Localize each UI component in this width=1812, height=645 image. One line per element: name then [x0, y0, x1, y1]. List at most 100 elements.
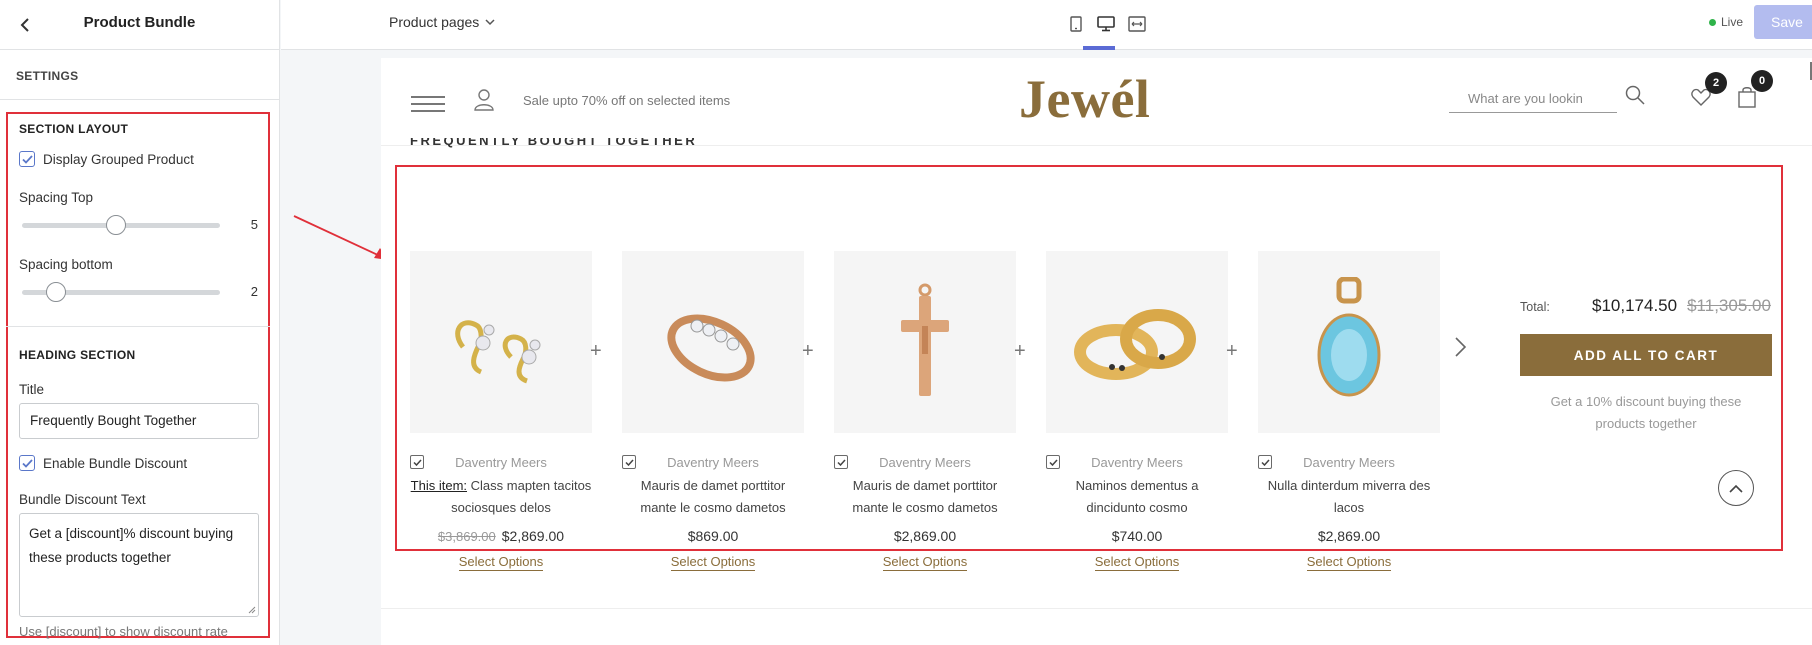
page-selector-label: Product pages	[389, 14, 480, 30]
product-meta: Daventry Meers	[622, 433, 804, 470]
select-options-link[interactable]: Select Options	[882, 554, 968, 571]
live-dot	[1709, 18, 1716, 26]
cross-pendant-image-icon	[901, 283, 949, 396]
store-header: Sale upto 70% off on selected items Jewé…	[381, 58, 1812, 146]
total-price: $10,174.50	[1592, 296, 1678, 315]
product-current-price: $2,869.00	[893, 528, 957, 544]
checkbox-checked-icon	[19, 151, 35, 167]
product-image[interactable]	[1046, 251, 1228, 433]
slider-thumb[interactable]	[46, 282, 66, 302]
product-current-price: $740.00	[1111, 528, 1163, 544]
product-price: $869.00	[622, 528, 804, 544]
select-options-link[interactable]: Select Options	[458, 554, 544, 571]
desktop-view-button[interactable]	[1095, 13, 1117, 35]
display-grouped-label: Display Grouped Product	[43, 151, 194, 167]
spacing-top-value: 5	[250, 217, 258, 232]
product-name[interactable]: Mauris de damet porttitor mante le cosmo…	[622, 475, 804, 519]
wedding-bands-image-icon	[1074, 309, 1196, 380]
ring-image-icon	[667, 314, 755, 382]
preview-canvas: Sale upto 70% off on selected items Jewé…	[381, 58, 1812, 645]
editor-topbar: Product pages Live Save	[281, 0, 1812, 50]
product-meta: Daventry Meers	[410, 433, 592, 470]
product-name[interactable]: Naminos dementus a dincidunto cosmo	[1046, 475, 1228, 519]
sidebar-title: Product Bundle	[83, 14, 196, 31]
product-price: $740.00	[1046, 528, 1228, 544]
shopping-bag-icon[interactable]	[1738, 86, 1756, 108]
select-options-link[interactable]: Select Options	[670, 554, 756, 571]
mobile-view-button[interactable]	[1065, 13, 1087, 35]
desktop-icon	[1097, 16, 1115, 32]
title-input[interactable]: Frequently Bought Together	[19, 403, 259, 439]
product-meta: Daventry Meers	[1258, 433, 1440, 470]
enable-discount-label: Enable Bundle Discount	[43, 455, 188, 471]
store-search-input[interactable]: What are you lookin	[1449, 83, 1617, 113]
discount-text-label: Bundle Discount Text	[19, 492, 146, 507]
product-current-price: $869.00	[687, 528, 739, 544]
add-all-to-cart-button[interactable]: ADD ALL TO CART	[1520, 334, 1772, 376]
product-old-price: $3,869.00	[437, 529, 496, 544]
spacing-bottom-value: 2	[250, 284, 258, 299]
slider-thumb[interactable]	[106, 215, 126, 235]
product-current-price: $2,869.00	[1317, 528, 1381, 544]
earrings-image-icon	[455, 320, 541, 384]
total-row: Total: $10,174.50 $11,305.00	[1520, 296, 1772, 316]
product-price: $2,869.00	[1258, 528, 1440, 544]
settings-label: SETTINGS	[0, 50, 279, 100]
annotation-arrow	[293, 215, 388, 260]
scroll-to-top-button[interactable]	[1718, 470, 1754, 506]
plus-sign: +	[590, 340, 602, 362]
section-separator	[381, 608, 1812, 609]
product-vendor: Daventry Meers	[667, 455, 759, 470]
bundle-product: Daventry Meers Naminos dementus a dincid…	[1046, 251, 1228, 571]
product-meta: Daventry Meers	[1046, 433, 1228, 470]
live-status: Live	[1709, 15, 1743, 29]
search-icon[interactable]	[1625, 85, 1645, 105]
expand-width-icon	[1128, 16, 1146, 32]
menu-icon[interactable]	[411, 96, 445, 112]
enable-discount-checkbox[interactable]: Enable Bundle Discount	[19, 455, 187, 471]
product-name[interactable]: This item: Class mapten tacitos sociosqu…	[410, 475, 592, 519]
product-name[interactable]: Nulla dinterdum miverra des lacos	[1258, 475, 1440, 519]
store-logo[interactable]: Jewél	[1019, 68, 1150, 130]
product-price: $2,869.00	[834, 528, 1016, 544]
bundle-total-panel: Total: $10,174.50 $11,305.00 ADD ALL TO …	[1520, 296, 1772, 435]
gemstone-pendant-image-icon	[1317, 277, 1381, 397]
cart-badge: 0	[1751, 70, 1773, 92]
spacing-bottom-slider[interactable]: 2	[8, 280, 268, 304]
product-image[interactable]	[834, 251, 1016, 433]
resize-grip-icon[interactable]	[247, 605, 256, 614]
plus-sign: +	[1014, 340, 1026, 362]
spacing-top-label: Spacing Top	[19, 190, 94, 205]
product-vendor: Daventry Meers	[879, 455, 971, 470]
save-button[interactable]: Save	[1754, 5, 1812, 39]
spacing-top-slider[interactable]: 5	[8, 213, 268, 237]
display-grouped-checkbox[interactable]: Display Grouped Product	[19, 151, 194, 167]
discount-text-textarea[interactable]: Get a [discount]% discount buying these …	[19, 513, 259, 617]
bundle-product: Daventry Meers Mauris de damet porttitor…	[622, 251, 804, 571]
product-image[interactable]	[410, 251, 592, 433]
chevron-down-icon	[485, 18, 495, 25]
product-meta: Daventry Meers	[834, 433, 1016, 470]
chevron-up-icon	[1729, 484, 1743, 493]
promo-text: Sale upto 70% off on selected items	[523, 93, 731, 108]
product-image[interactable]	[622, 251, 804, 433]
discount-note: Get a 10% discount buying these products…	[1550, 394, 1742, 431]
bundle-product: Daventry Meers Nulla dinterdum miverra d…	[1258, 251, 1440, 571]
checkbox-checked-icon	[19, 455, 35, 471]
product-image[interactable]	[1258, 251, 1440, 433]
select-options-link[interactable]: Select Options	[1094, 554, 1180, 571]
discount-text-value: Get a [discount]% discount buying these …	[29, 526, 234, 565]
product-current-price: $2,869.00	[501, 528, 565, 544]
plus-sign: +	[1226, 340, 1238, 362]
bundle-product: Daventry Meers This item: Class mapten t…	[410, 251, 592, 571]
wishlist-badge: 2	[1705, 72, 1727, 94]
select-options-link[interactable]: Select Options	[1306, 554, 1392, 571]
user-icon[interactable]	[474, 89, 494, 111]
chevron-right-icon[interactable]	[1454, 336, 1468, 358]
page-selector[interactable]: Product pages	[389, 14, 495, 30]
active-device-indicator	[1083, 46, 1115, 50]
product-name[interactable]: Mauris de damet porttitor mante le cosmo…	[834, 475, 1016, 519]
heading-section-heading: HEADING SECTION	[19, 348, 136, 362]
title-field-label: Title	[19, 382, 45, 397]
fullwidth-view-button[interactable]	[1126, 13, 1148, 35]
